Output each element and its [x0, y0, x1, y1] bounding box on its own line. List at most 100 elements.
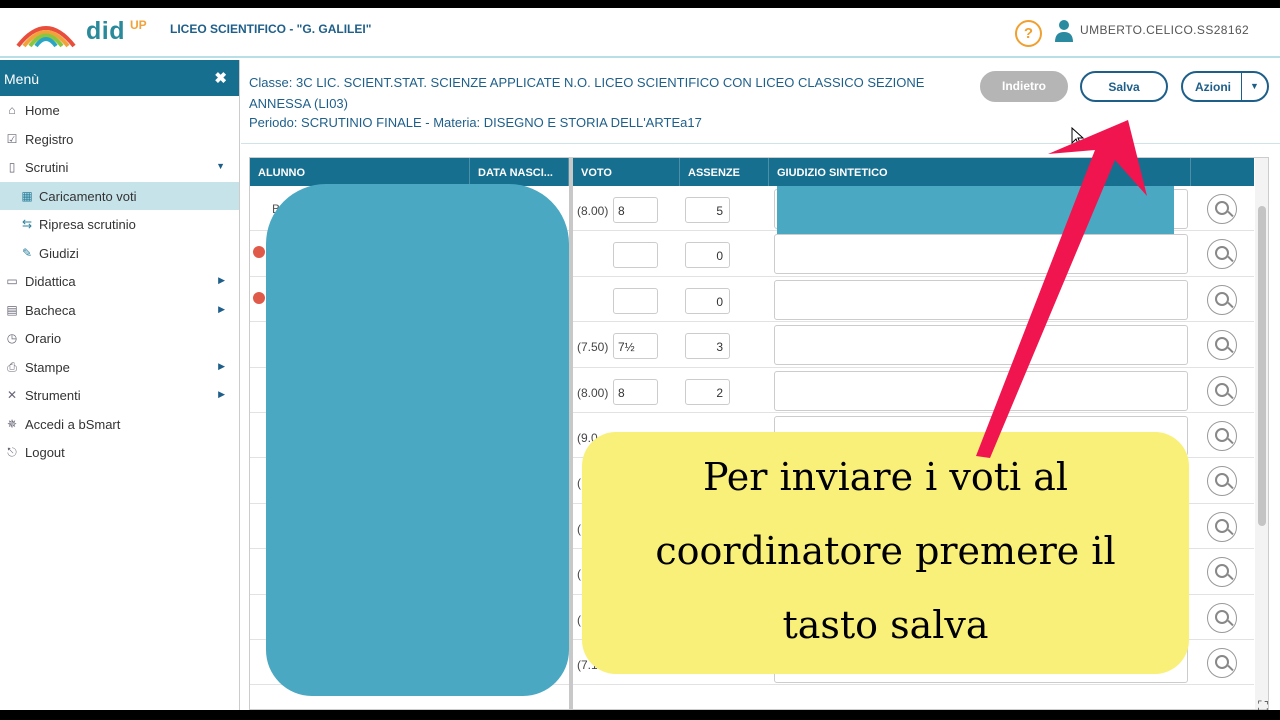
sidebar-item-scrutini[interactable]: ▯ Scrutini ▼: [0, 153, 239, 182]
sidebar-item-caricamento-voti[interactable]: ▦ Caricamento voti: [0, 181, 239, 210]
back-button[interactable]: Indietro: [980, 71, 1068, 102]
col-header-assenze[interactable]: ASSENZE: [680, 158, 769, 186]
sidebar-item-strumenti[interactable]: ✕ Strumenti ▶: [0, 381, 239, 410]
previous-grade: (: [577, 521, 581, 536]
search-icon[interactable]: [1207, 602, 1237, 633]
chevron-down-icon[interactable]: ▼: [1241, 73, 1267, 100]
caret-right-icon: ▶: [218, 389, 225, 399]
sidebar-item-registro[interactable]: ☑ Registro: [0, 125, 239, 154]
search-icon[interactable]: [1207, 330, 1237, 361]
redacted-judgment-area: [777, 186, 1174, 234]
register-icon: ☑: [6, 131, 18, 146]
doc-icon: ▯: [8, 160, 16, 174]
column-separator: [569, 158, 573, 709]
class-info: Classe: 3C LIC. SCIENT.STAT. SCIENZE APP…: [249, 75, 925, 111]
grade-input[interactable]: [613, 242, 658, 269]
sidebar-item-bsmart[interactable]: ✵ Accedi a bSmart: [0, 410, 239, 439]
clock-icon: ◷: [6, 331, 18, 345]
sidebar-item-orario[interactable]: ◷ Orario: [0, 324, 239, 353]
absences-input[interactable]: 3: [685, 333, 730, 360]
previous-grade: (8.00): [577, 204, 609, 218]
search-icon[interactable]: [1207, 421, 1237, 451]
table-header: ALUNNO DATA NASCI... VOTO ASSENZE GIUDIZ…: [250, 158, 1254, 186]
sidebar-item-bacheca[interactable]: ▤ Bacheca ▶: [0, 296, 239, 325]
user-icon[interactable]: [1054, 19, 1074, 43]
home-icon: ⌂: [8, 103, 16, 117]
menu-header: Menù ✖: [0, 60, 239, 96]
sidebar-item-stampe[interactable]: ⎙ Stampe ▶: [0, 353, 239, 382]
sidebar: Menù ✖ ⌂ Home ☑ Registro ▯ Scrutini ▼ ▦ Caric…: [0, 60, 240, 710]
search-icon[interactable]: [1207, 194, 1237, 224]
instruction-callout: Per inviare i voti al coordinatore preme…: [582, 432, 1189, 674]
grade-input[interactable]: 8: [613, 378, 658, 405]
search-icon[interactable]: [1207, 648, 1237, 678]
caret-right-icon: ▶: [218, 275, 225, 285]
star-icon: ✵: [6, 416, 18, 431]
scrollbar[interactable]: [1255, 158, 1268, 709]
callout-line: tasto salva: [782, 603, 989, 647]
caret-right-icon: ▶: [218, 303, 225, 314]
mouse-cursor-icon: [1071, 127, 1085, 147]
previous-grade: (7.50): [577, 340, 609, 355]
period-info: Periodo: SCRUTINIO FINALE - Materia: DIS…: [249, 115, 702, 130]
previous-grade: (: [577, 476, 581, 491]
col-header-alunno[interactable]: ALUNNO: [250, 158, 470, 186]
user-name[interactable]: UMBERTO.CELICO.SS28162: [1080, 23, 1249, 37]
app-name: did: [86, 17, 125, 45]
judgment-input[interactable]: [774, 325, 1188, 366]
previous-grade: (: [577, 612, 581, 627]
search-icon[interactable]: [1207, 557, 1237, 588]
judgment-input[interactable]: [774, 370, 1188, 411]
grade-input[interactable]: 8: [613, 197, 658, 223]
edit-icon: ✎: [21, 245, 33, 260]
print-icon: ⎙: [7, 359, 17, 374]
grade-input[interactable]: [613, 287, 658, 314]
scrollbar-thumb[interactable]: [1258, 206, 1266, 526]
warning-icon: [253, 246, 265, 259]
grid-icon: ▦: [21, 188, 33, 203]
col-header-voto[interactable]: VOTO: [573, 158, 680, 186]
sidebar-item-ripresa-scrutinio[interactable]: ⇆ Ripresa scrutinio: [0, 210, 239, 239]
save-button[interactable]: Salva: [1080, 71, 1168, 102]
sidebar-item-home[interactable]: ⌂ Home: [0, 96, 239, 125]
callout-line: coordinatore premere il: [655, 529, 1116, 573]
help-icon[interactable]: ?: [1015, 20, 1042, 47]
fullscreen-icon[interactable]: ⛶: [1258, 698, 1276, 710]
school-name: LICEO SCIENTIFICO - "G. GALILEI": [170, 22, 372, 36]
tools-icon: ✕: [6, 388, 18, 402]
search-icon[interactable]: [1207, 284, 1237, 315]
sidebar-item-logout[interactable]: ⎋ Logout: [0, 438, 239, 467]
refresh-icon: ⇆: [21, 217, 33, 231]
col-header-actions: [1191, 158, 1254, 186]
absences-input[interactable]: 0: [685, 287, 730, 314]
absences-input[interactable]: 2: [685, 378, 730, 405]
caret-right-icon: ▶: [218, 360, 225, 371]
search-icon[interactable]: [1207, 466, 1237, 497]
judgment-input[interactable]: [774, 279, 1188, 320]
actions-button[interactable]: Azioni ▼: [1181, 71, 1269, 102]
callout-line: Per inviare i voti al: [702, 455, 1069, 499]
didup-logo-icon: [16, 26, 76, 48]
redacted-names-area: [266, 184, 569, 696]
search-icon[interactable]: [1207, 375, 1237, 406]
divider: [241, 143, 1280, 144]
absences-input[interactable]: 5: [685, 197, 730, 223]
app-frame: did UP LICEO SCIENTIFICO - "G. GALILEI" …: [0, 8, 1280, 710]
sidebar-item-didattica[interactable]: ▭ Didattica ▶: [0, 267, 239, 296]
sidebar-item-giudizi[interactable]: ✎ Giudizi: [0, 239, 239, 268]
search-icon[interactable]: [1207, 511, 1237, 542]
book-icon: ▭: [6, 274, 18, 288]
logout-icon: ⎋: [7, 445, 17, 459]
top-bar: did UP LICEO SCIENTIFICO - "G. GALILEI" …: [0, 8, 1280, 58]
caret-down-icon: ▼: [216, 161, 225, 171]
col-header-giudizio[interactable]: GIUDIZIO SINTETICO: [769, 158, 1191, 186]
col-header-data-nascita[interactable]: DATA NASCI...: [470, 158, 569, 186]
judgment-input[interactable]: [774, 234, 1188, 275]
grade-input[interactable]: 7½: [613, 333, 658, 360]
search-icon[interactable]: [1207, 239, 1237, 270]
previous-grade: (8.00): [577, 385, 609, 400]
previous-grade: (: [577, 567, 581, 582]
close-menu-icon[interactable]: ✖: [214, 69, 227, 87]
menu-title: Menù: [4, 71, 40, 87]
absences-input[interactable]: 0: [685, 242, 730, 269]
